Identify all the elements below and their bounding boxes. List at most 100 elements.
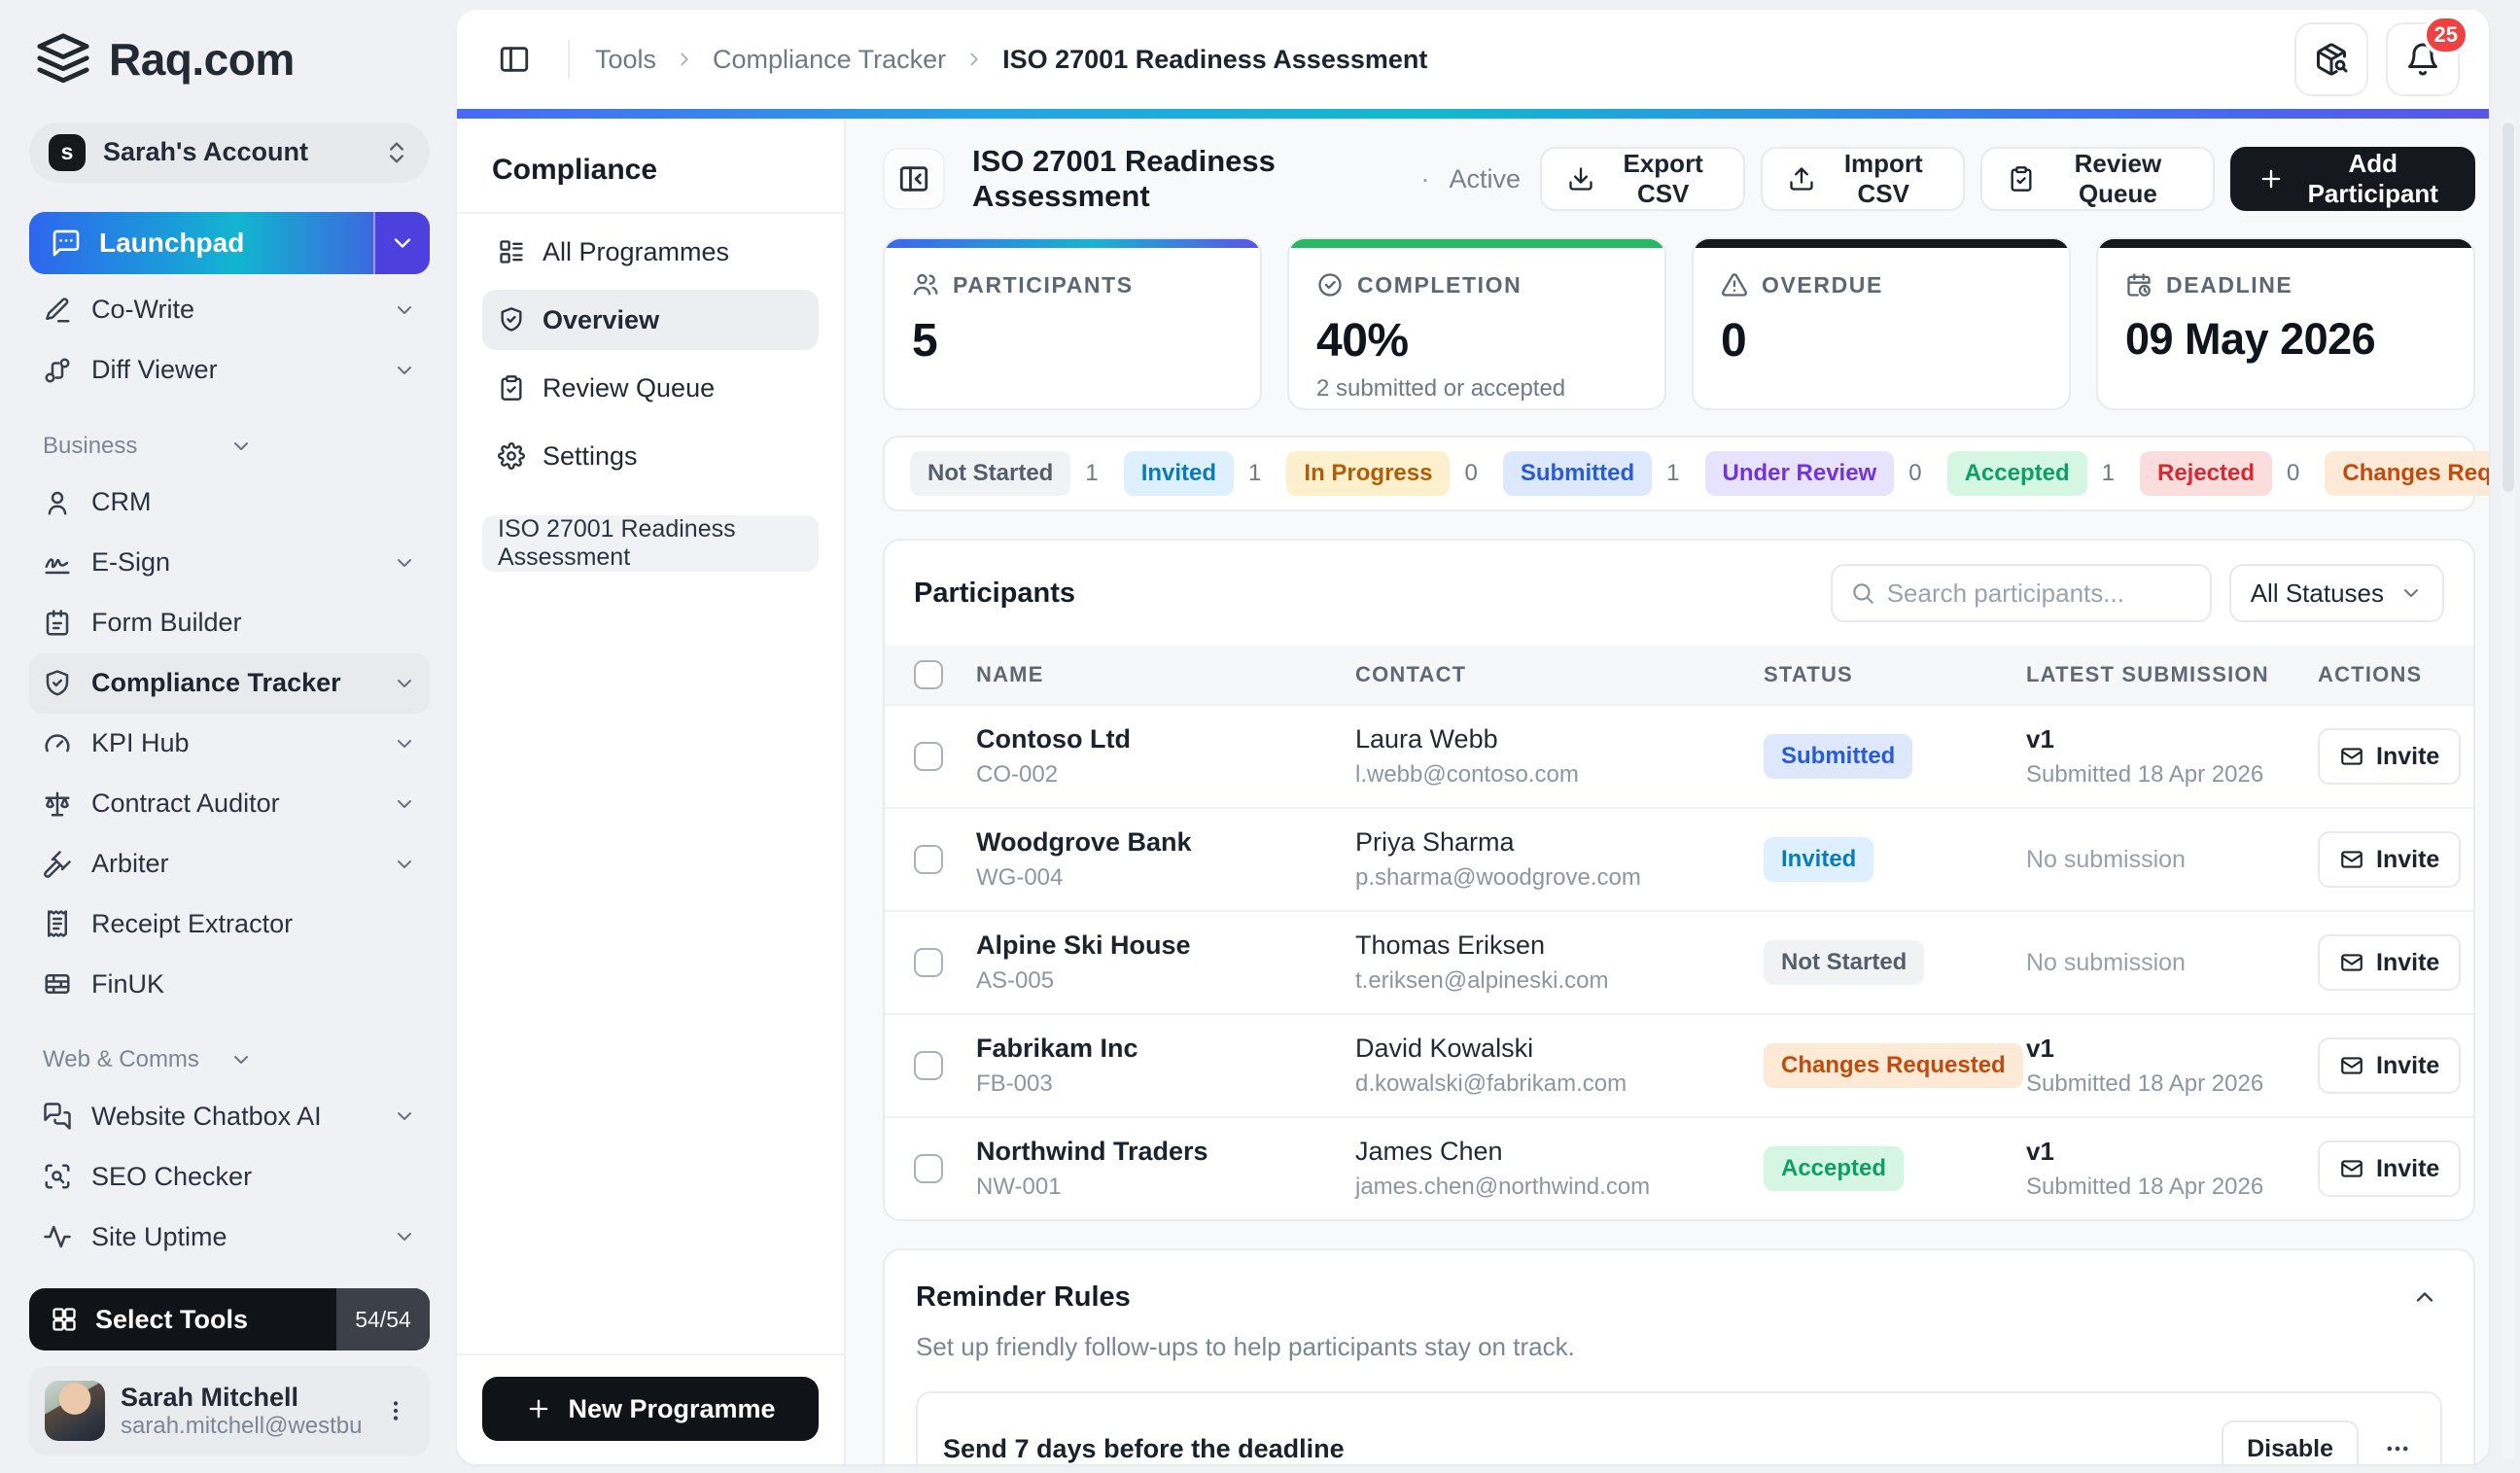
select-tools-button[interactable]: Select Tools 54/54 <box>29 1288 430 1350</box>
import-csv-button[interactable]: Import CSV <box>1761 147 1965 211</box>
scrollbar[interactable] <box>2501 117 2516 1459</box>
status-pill: Rejected <box>2140 451 2272 496</box>
export-csv-button[interactable]: Export CSV <box>1540 147 1745 211</box>
reminder-rule-label: Send 7 days before the deadline <box>943 1434 1345 1464</box>
user-profile[interactable]: Sarah Mitchell sarah.mitchell@westbur... <box>29 1366 430 1455</box>
status-pill: Changes Requested <box>2325 451 2489 496</box>
sidebar-item-form-builder[interactable]: Form Builder <box>29 593 430 653</box>
clipboard-check-icon <box>498 374 525 402</box>
invite-button[interactable]: Invite <box>2318 728 2461 785</box>
signature-icon <box>43 548 72 578</box>
raq-logo-icon <box>35 31 91 88</box>
clipboard-list-icon <box>43 609 72 638</box>
sidebar-item-site-uptime[interactable]: Site Uptime <box>29 1207 430 1267</box>
row-checkbox[interactable] <box>914 1051 943 1080</box>
subnav-item-settings[interactable]: Settings <box>482 426 819 486</box>
row-checkbox[interactable] <box>914 948 943 977</box>
status-pill: Changes Requested <box>1764 1043 2023 1088</box>
programme-item-iso-27001[interactable]: ISO 27001 Readiness Assessment <box>482 515 819 572</box>
subnav-title: Compliance <box>482 119 819 212</box>
status-filter-dropdown[interactable]: All Statuses <box>2229 564 2444 622</box>
breadcrumb: Tools Compliance Tracker ISO 27001 Readi… <box>595 45 2294 75</box>
subnav-item-overview[interactable]: Overview <box>482 290 819 350</box>
search-participants-input[interactable] <box>1887 579 2192 609</box>
chevron-down-icon <box>393 551 416 575</box>
column-actions: ACTIONS <box>2318 662 2444 687</box>
row-checkbox[interactable] <box>914 1154 943 1183</box>
new-programme-button[interactable]: New Programme <box>482 1377 819 1441</box>
status-count: 0 <box>2287 460 2299 487</box>
invite-button[interactable]: Invite <box>2318 831 2461 888</box>
participant-code: FB-003 <box>976 1070 1355 1098</box>
sidebar-item-receipt-extractor[interactable]: Receipt Extractor <box>29 894 430 954</box>
user-menu-button[interactable] <box>377 1392 414 1429</box>
select-all-checkbox[interactable] <box>914 660 943 689</box>
stat-value: 09 May 2026 <box>2125 314 2446 365</box>
invite-button[interactable]: Invite <box>2318 1037 2461 1094</box>
divider <box>568 40 570 79</box>
sidebar-item-finuk[interactable]: FinUK <box>29 954 430 1014</box>
search-participants-box <box>1831 564 2212 622</box>
launchpad-button[interactable]: Launchpad <box>29 212 430 274</box>
sidebar-item-e-sign[interactable]: E-Sign <box>29 533 430 593</box>
add-participant-button[interactable]: Add Participant <box>2230 147 2475 211</box>
chevron-down-icon <box>393 1225 416 1248</box>
participant-company: Contoso Ltd <box>976 724 1355 754</box>
sidebar-item-website-chatbox-ai[interactable]: Website Chatbox AI <box>29 1086 430 1146</box>
table-row: Northwind TradersNW-001 James Chenjames.… <box>885 1116 2473 1219</box>
contact-name: David Kowalski <box>1355 1034 1764 1064</box>
git-compare-icon <box>43 356 72 385</box>
breadcrumb-compliance-tracker[interactable]: Compliance Tracker <box>713 45 946 75</box>
panel-left-toggle-button[interactable] <box>486 31 542 88</box>
calendar-clock-icon <box>2125 271 2152 298</box>
subnav-item-review-queue[interactable]: Review Queue <box>482 358 819 418</box>
launchpad-expand-button[interactable] <box>373 212 430 274</box>
chevron-up-icon[interactable] <box>2407 1280 2442 1315</box>
sidebar-item-crm[interactable]: CRM <box>29 473 430 533</box>
disable-rule-button[interactable]: Disable <box>2222 1420 2359 1464</box>
participant-company: Fabrikam Inc <box>976 1034 1355 1064</box>
sidebar-item-co-write[interactable]: Co-Write <box>29 280 430 340</box>
user-name: Sarah Mitchell <box>121 1383 362 1413</box>
reminder-rules-panel: Reminder Rules Set up friendly follow-up… <box>883 1248 2475 1464</box>
status-filter-label: All Statuses <box>2251 579 2384 609</box>
panel-collapse-button[interactable] <box>883 148 945 210</box>
sidebar-item-arbiter[interactable]: Arbiter <box>29 834 430 894</box>
subnav-item-all-programmes[interactable]: All Programmes <box>482 222 819 282</box>
scrollbar-thumb[interactable] <box>2502 123 2514 492</box>
invite-button[interactable]: Invite <box>2318 934 2461 991</box>
package-search-button[interactable] <box>2294 22 2368 96</box>
stat-value: 40% <box>1316 314 1637 368</box>
subnav-item-label: Settings <box>542 441 638 472</box>
sidebar-item-compliance-tracker[interactable]: Compliance Tracker <box>29 653 430 714</box>
sidebar-item-contract-auditor[interactable]: Contract Auditor <box>29 774 430 834</box>
brick-wall-icon <box>43 969 72 999</box>
sidebar-section-web-comms[interactable]: Web & Comms <box>29 1034 430 1086</box>
row-checkbox[interactable] <box>914 742 943 771</box>
status-count: 1 <box>2102 460 2115 487</box>
sidebar-item-label: Contract Auditor <box>91 789 373 819</box>
status-count: 0 <box>1464 460 1477 487</box>
sidebar-item-seo-checker[interactable]: SEO Checker <box>29 1146 430 1207</box>
sidebar-item-label: E-Sign <box>91 547 373 578</box>
submission-version: v1 <box>2026 1137 2318 1167</box>
invite-button[interactable]: Invite <box>2318 1140 2461 1197</box>
summary-under-review: Under Review 0 <box>1705 451 1922 496</box>
summary-invited: Invited 1 <box>1124 451 1262 496</box>
sidebar-item-diff-viewer[interactable]: Diff Viewer <box>29 340 430 401</box>
scale-icon <box>43 789 72 819</box>
breadcrumb-tools[interactable]: Tools <box>595 45 656 75</box>
search-icon <box>1850 580 1875 606</box>
status-pill: Accepted <box>1764 1146 1904 1191</box>
main-content: ISO 27001 Readiness Assessment · Active … <box>846 119 2489 1464</box>
sidebar-item-kpi-hub[interactable]: KPI Hub <box>29 714 430 774</box>
rule-menu-button[interactable] <box>2380 1431 2415 1464</box>
chevron-down-icon <box>393 298 416 322</box>
account-switcher[interactable]: s Sarah's Account <box>29 123 430 183</box>
notifications-button[interactable]: 25 <box>2386 22 2460 96</box>
layout-grid-icon <box>51 1306 78 1333</box>
sidebar-section-business[interactable]: Business <box>29 420 430 473</box>
row-checkbox[interactable] <box>914 845 943 874</box>
review-queue-button[interactable]: Review Queue <box>1980 147 2214 211</box>
submission-date: Submitted 18 Apr 2026 <box>2026 1070 2318 1098</box>
